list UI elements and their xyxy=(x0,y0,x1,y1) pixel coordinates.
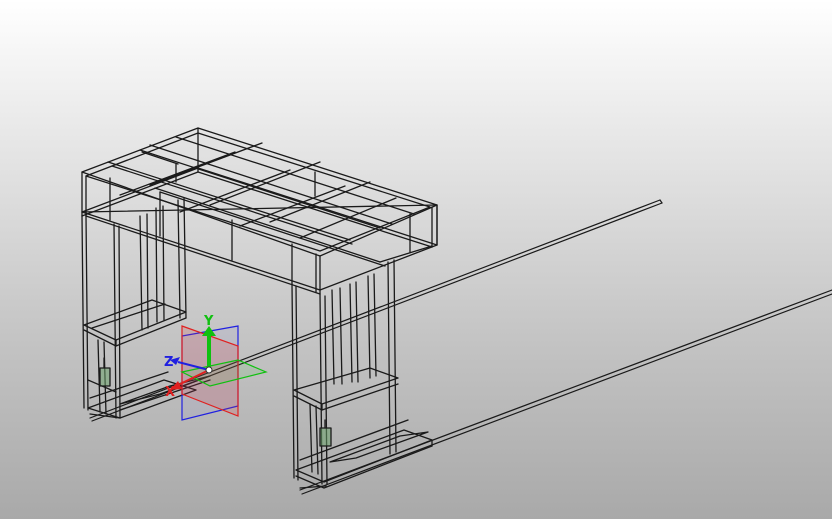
right-leg xyxy=(291,259,433,489)
x-axis-label: X xyxy=(165,385,175,400)
coordinate-triad[interactable]: Y Z X xyxy=(164,314,268,421)
z-axis-label: Z xyxy=(164,355,173,370)
guide-rail-front xyxy=(299,289,832,495)
cad-3d-viewport[interactable]: Y Z X xyxy=(0,0,832,519)
gantry-frame-model[interactable]: Y Z X xyxy=(0,0,832,519)
y-axis-label: Y xyxy=(203,314,214,329)
top-frame xyxy=(81,127,438,295)
triad-origin[interactable] xyxy=(205,366,213,374)
